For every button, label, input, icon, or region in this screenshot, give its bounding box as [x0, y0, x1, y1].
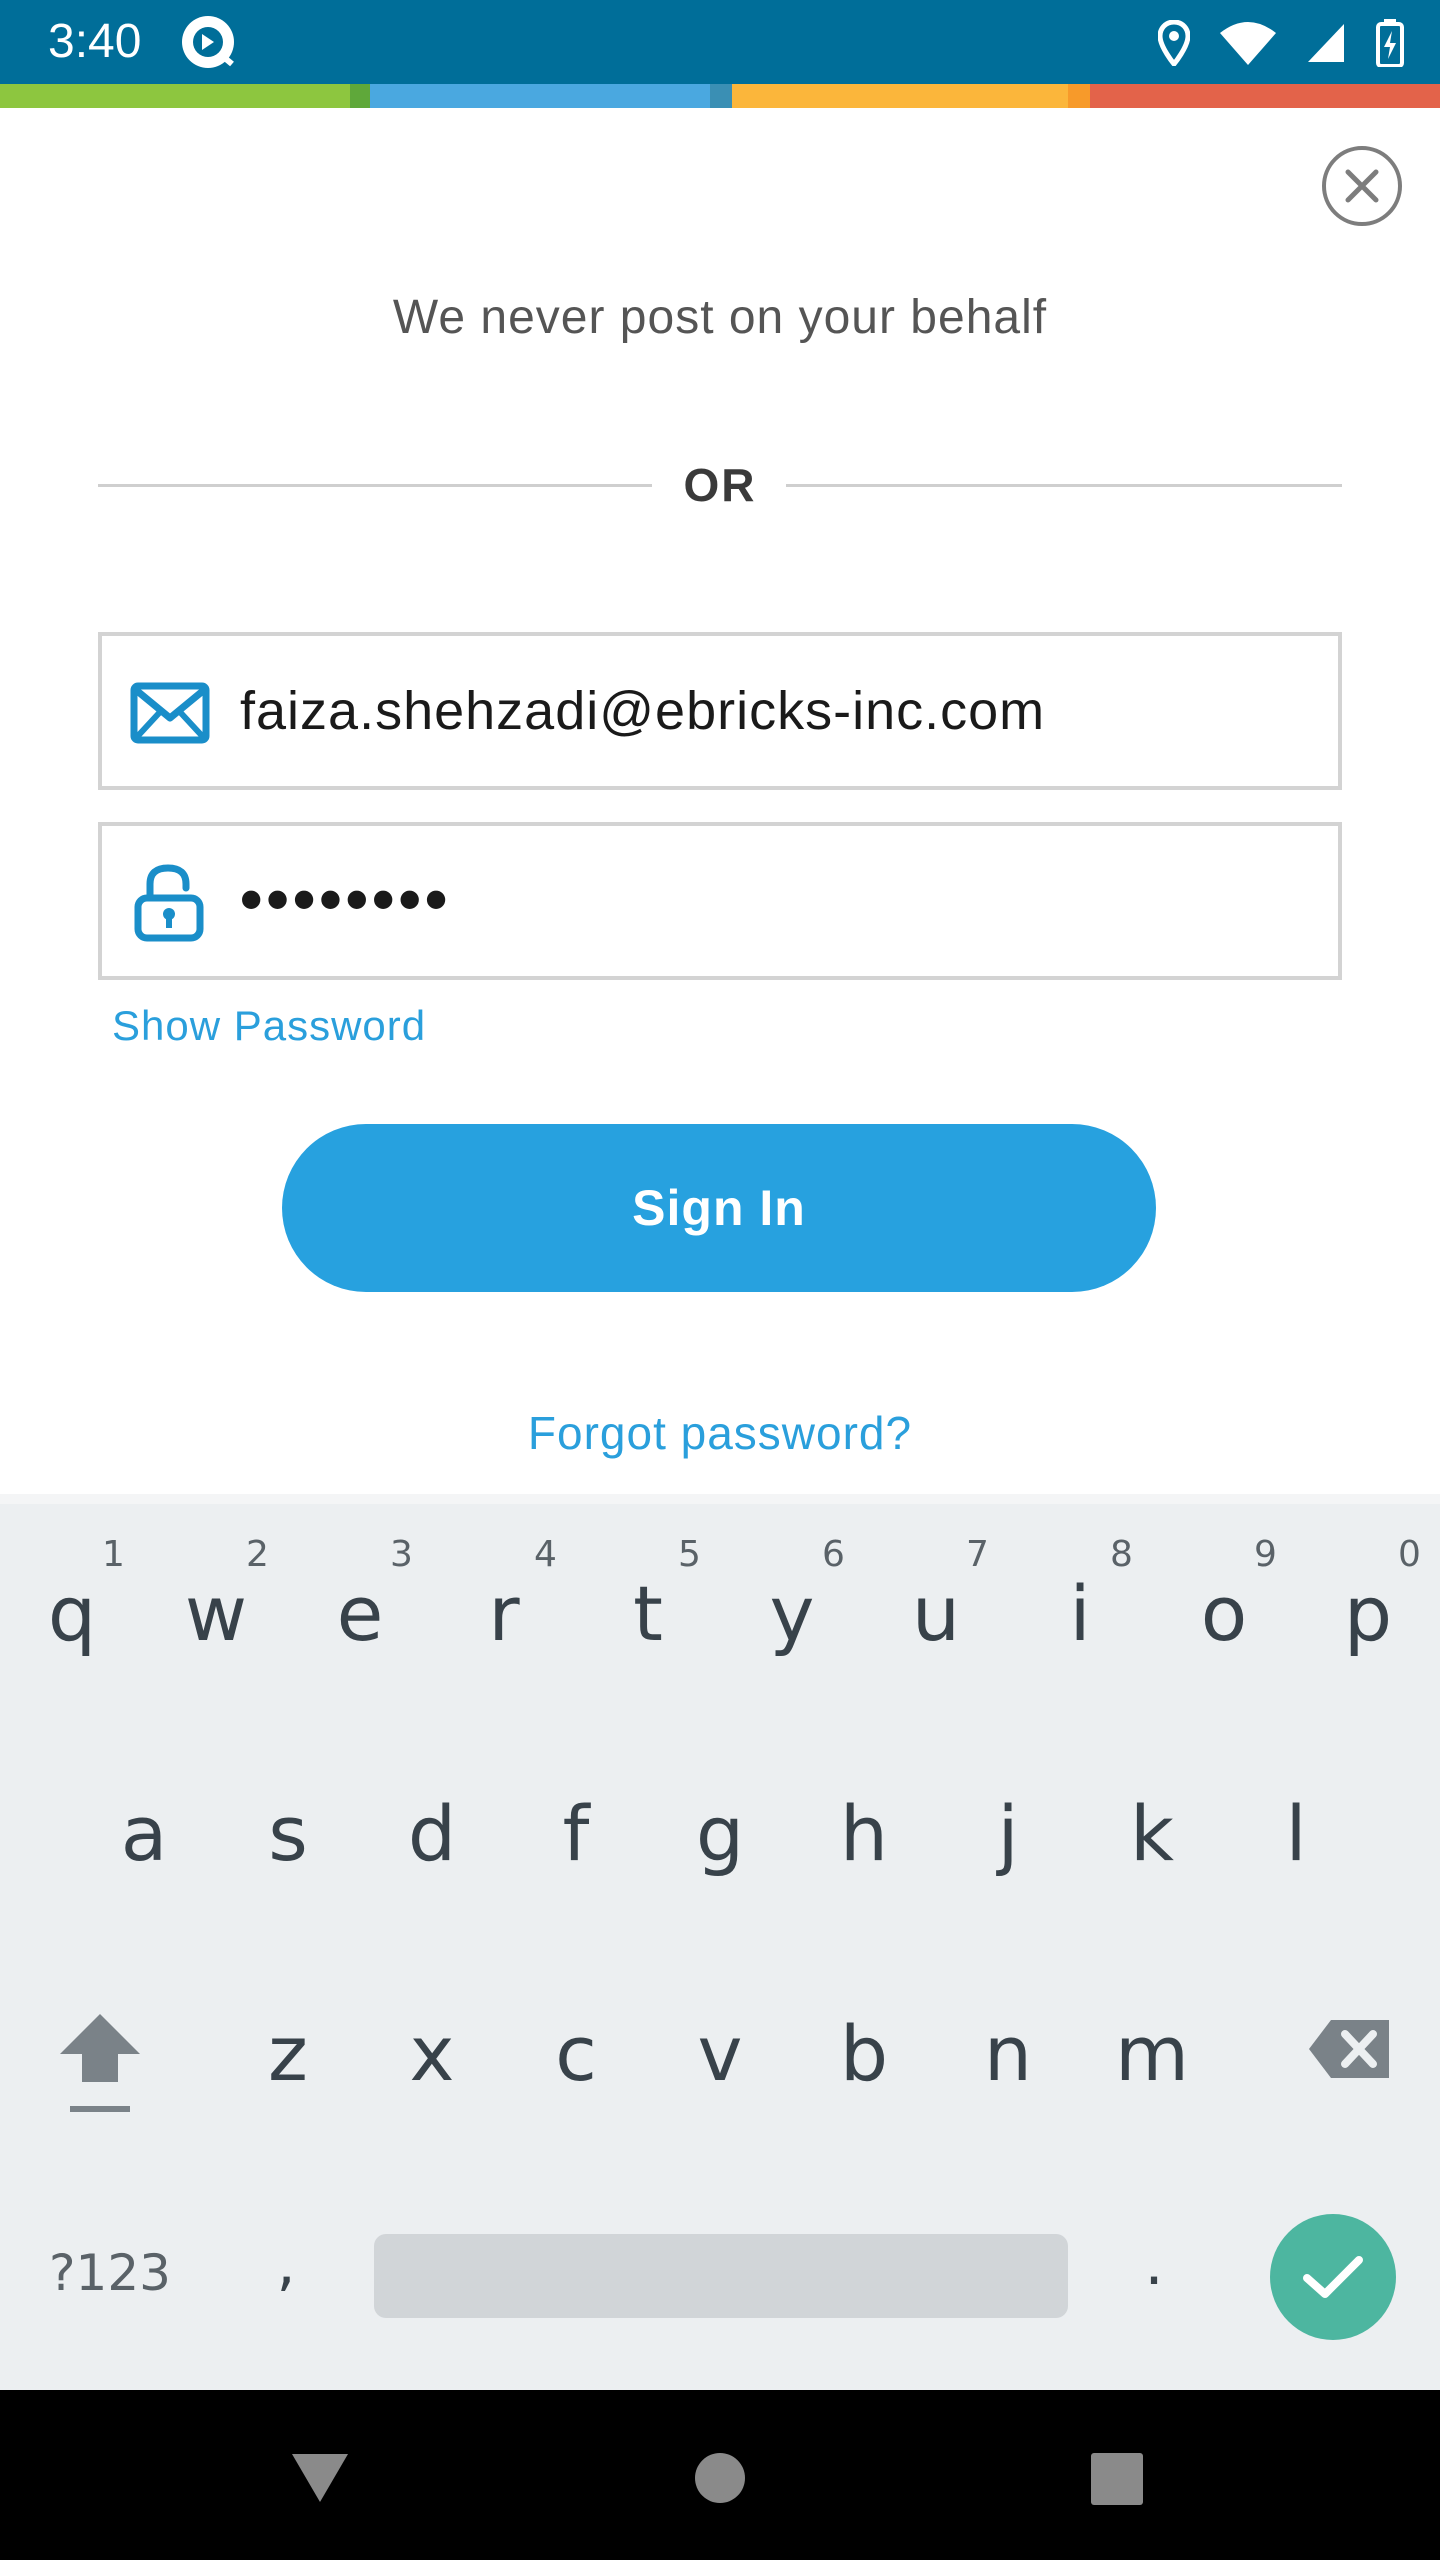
key-hint-4: 4 — [534, 1534, 557, 1575]
key-hint-1: 1 — [102, 1534, 125, 1575]
stripe-red — [1090, 84, 1440, 108]
stripe-blue-dark — [710, 84, 732, 108]
key-hint-9: 9 — [1254, 1534, 1277, 1575]
status-icons — [1158, 18, 1404, 68]
key-j[interactable]: j — [948, 1774, 1068, 1934]
backspace-key[interactable] — [1290, 2014, 1410, 2134]
back-triangle-icon[interactable] — [290, 2452, 350, 2504]
checkmark-icon — [1303, 2256, 1363, 2298]
location-icon — [1158, 20, 1190, 66]
forgot-password-link[interactable]: Forgot password? — [0, 1406, 1440, 1460]
key-t[interactable]: t — [588, 1554, 708, 1714]
key-b[interactable]: b — [804, 1994, 924, 2154]
enter-key[interactable] — [1270, 2214, 1396, 2340]
shift-icon — [60, 2014, 140, 2112]
sign-in-button[interactable]: Sign In — [282, 1124, 1156, 1292]
key-c[interactable]: c — [516, 1994, 636, 2154]
key-hint-2: 2 — [246, 1534, 269, 1575]
key-hint-6: 6 — [822, 1534, 845, 1575]
email-field[interactable]: faiza.shehzadi@ebricks-inc.com — [98, 632, 1342, 790]
key-s[interactable]: s — [228, 1774, 348, 1934]
show-password-link[interactable]: Show Password — [112, 1002, 426, 1050]
key-p[interactable]: p — [1308, 1554, 1428, 1714]
close-icon — [1345, 169, 1379, 203]
stripe-orange — [1068, 84, 1090, 108]
wifi-icon — [1220, 22, 1276, 65]
key-i[interactable]: i — [1020, 1554, 1140, 1714]
key-hint-3: 3 — [390, 1534, 413, 1575]
key-m[interactable]: m — [1092, 1994, 1212, 2154]
divider-line-right — [786, 484, 1342, 487]
signal-icon — [1308, 24, 1344, 62]
comma-key[interactable]: , — [226, 2204, 346, 2364]
key-h[interactable]: h — [804, 1774, 924, 1934]
stripe-yellow — [732, 84, 1068, 108]
key-k[interactable]: k — [1092, 1774, 1212, 1934]
brand-color-stripe — [0, 84, 1440, 108]
battery-charging-icon — [1376, 19, 1404, 67]
key-f[interactable]: f — [516, 1774, 636, 1934]
app-icon — [182, 16, 234, 68]
key-z[interactable]: z — [228, 1994, 348, 2154]
stripe-green-dark — [350, 84, 370, 108]
stripe-blue — [370, 84, 710, 108]
key-l[interactable]: l — [1236, 1774, 1356, 1934]
status-bar: 3:40 — [0, 0, 1440, 84]
key-a[interactable]: a — [84, 1774, 204, 1934]
or-divider: OR — [98, 450, 1342, 520]
key-hint-5: 5 — [678, 1534, 701, 1575]
shift-key[interactable] — [40, 2004, 160, 2144]
key-hint-7: 7 — [966, 1534, 989, 1575]
key-e[interactable]: e — [300, 1554, 420, 1714]
password-value: •••••••• — [240, 863, 452, 935]
lock-icon — [134, 864, 204, 942]
password-field[interactable]: •••••••• — [98, 822, 1342, 980]
key-x[interactable]: x — [372, 1994, 492, 2154]
stripe-green — [0, 84, 350, 108]
home-circle-icon[interactable] — [694, 2452, 746, 2504]
key-w[interactable]: w — [156, 1554, 276, 1714]
space-bar[interactable] — [374, 2234, 1068, 2318]
key-n[interactable]: n — [948, 1994, 1068, 2154]
key-g[interactable]: g — [660, 1774, 780, 1934]
tagline: We never post on your behalf — [392, 291, 1048, 344]
symbols-key[interactable]: ?123 — [40, 2244, 180, 2314]
key-u[interactable]: u — [876, 1554, 996, 1714]
soft-keyboard: q1w2e3r4t5y6u7i8o9p0 asdfghjkl zxcvbnm ?… — [0, 1494, 1440, 2390]
close-button[interactable] — [1322, 146, 1402, 226]
key-q[interactable]: q — [12, 1554, 132, 1714]
key-o[interactable]: o — [1164, 1554, 1284, 1714]
key-v[interactable]: v — [660, 1994, 780, 2154]
key-y[interactable]: y — [732, 1554, 852, 1714]
navigation-bar — [0, 2390, 1440, 2560]
status-time: 3:40 — [48, 15, 142, 68]
email-value: faiza.shehzadi@ebricks-inc.com — [240, 681, 1046, 741]
key-r[interactable]: r — [444, 1554, 564, 1714]
key-hint-0: 0 — [1398, 1534, 1421, 1575]
key-d[interactable]: d — [372, 1774, 492, 1934]
period-key[interactable]: . — [1094, 2204, 1214, 2364]
recents-square-icon[interactable] — [1090, 2452, 1144, 2506]
backspace-icon — [1309, 2020, 1389, 2078]
mail-icon — [130, 682, 210, 744]
key-hint-8: 8 — [1110, 1534, 1133, 1575]
